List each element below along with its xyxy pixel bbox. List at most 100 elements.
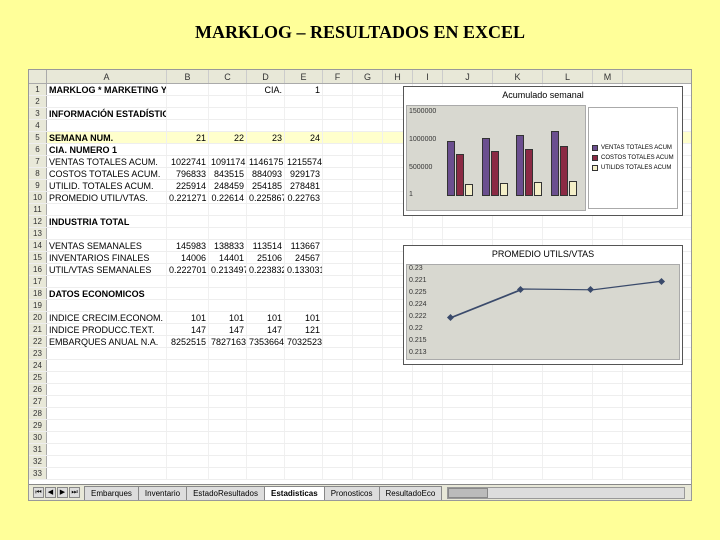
cell[interactable] [323, 108, 353, 119]
cell[interactable] [47, 300, 167, 311]
cell[interactable] [167, 276, 209, 287]
col-header[interactable]: J [443, 70, 493, 83]
cell[interactable] [247, 444, 285, 455]
cell[interactable]: INDICE CRECIM.ECONOM. [47, 312, 167, 323]
col-header[interactable]: L [543, 70, 593, 83]
cell[interactable] [353, 240, 383, 251]
col-header[interactable]: M [593, 70, 623, 83]
cell[interactable] [247, 276, 285, 287]
cell[interactable] [353, 276, 383, 287]
cell[interactable]: INVENTARIOS FINALES [47, 252, 167, 263]
cell[interactable] [247, 348, 285, 359]
cell[interactable] [247, 288, 285, 299]
cell[interactable] [209, 456, 247, 467]
cell[interactable] [413, 432, 443, 443]
cell[interactable] [285, 288, 323, 299]
cell[interactable] [443, 372, 493, 383]
cell[interactable] [493, 396, 543, 407]
cell[interactable] [47, 396, 167, 407]
cell[interactable] [209, 84, 247, 95]
cell[interactable] [167, 432, 209, 443]
cell[interactable] [323, 468, 353, 479]
cell[interactable]: 147 [167, 324, 209, 335]
cell[interactable] [443, 444, 493, 455]
cell[interactable]: 14401 [209, 252, 247, 263]
cell[interactable]: MARKLOG * MARKETING Y LOGÍSTICA [47, 84, 167, 95]
cell[interactable] [209, 288, 247, 299]
row-header[interactable]: 19 [29, 300, 47, 311]
cell[interactable]: 254185 [247, 180, 285, 191]
cell[interactable] [353, 108, 383, 119]
cell[interactable] [167, 288, 209, 299]
cell[interactable] [323, 168, 353, 179]
cell[interactable] [285, 276, 323, 287]
cell[interactable] [443, 216, 493, 227]
cell[interactable] [413, 372, 443, 383]
row-header[interactable]: 21 [29, 324, 47, 335]
cell[interactable] [323, 204, 353, 215]
cell[interactable] [323, 456, 353, 467]
cell[interactable] [323, 240, 353, 251]
cell[interactable]: 1091174 [209, 156, 247, 167]
cell[interactable]: PROMEDIO UTIL/VTAS. [47, 192, 167, 203]
cell[interactable] [353, 216, 383, 227]
cell[interactable]: 138833 [209, 240, 247, 251]
cell[interactable] [285, 444, 323, 455]
cell[interactable]: 1215574 [285, 156, 323, 167]
cell[interactable] [353, 96, 383, 107]
cell[interactable] [247, 360, 285, 371]
cell[interactable] [593, 216, 623, 227]
cell[interactable] [247, 420, 285, 431]
cell[interactable] [323, 276, 353, 287]
cell[interactable] [323, 144, 353, 155]
cell[interactable]: 278481 [285, 180, 323, 191]
cell[interactable] [413, 228, 443, 239]
cell[interactable] [493, 228, 543, 239]
cell[interactable] [323, 372, 353, 383]
row-header[interactable]: 1 [29, 84, 47, 95]
row-header[interactable]: 29 [29, 420, 47, 431]
chart-acumulado[interactable]: Acumulado semanal 1500000 1000000 500000… [403, 86, 683, 216]
cell[interactable] [413, 456, 443, 467]
cell[interactable] [493, 432, 543, 443]
col-header[interactable]: I [413, 70, 443, 83]
cell[interactable] [47, 408, 167, 419]
cell[interactable] [493, 372, 543, 383]
cell[interactable] [247, 228, 285, 239]
cell[interactable]: 14006 [167, 252, 209, 263]
cell[interactable]: 929173 [285, 168, 323, 179]
cell[interactable]: 24 [285, 132, 323, 143]
cell[interactable] [167, 216, 209, 227]
cell[interactable] [209, 372, 247, 383]
cell[interactable] [323, 432, 353, 443]
cell[interactable] [353, 324, 383, 335]
cell[interactable] [247, 372, 285, 383]
cell[interactable] [209, 432, 247, 443]
row-header[interactable]: 31 [29, 444, 47, 455]
cell[interactable] [285, 408, 323, 419]
cell[interactable] [167, 468, 209, 479]
cell[interactable]: 7353664 [247, 336, 285, 347]
cell[interactable] [443, 228, 493, 239]
cell[interactable] [323, 324, 353, 335]
row-header[interactable]: 8 [29, 168, 47, 179]
cell[interactable] [47, 372, 167, 383]
row-header[interactable]: 4 [29, 120, 47, 131]
cell[interactable] [413, 384, 443, 395]
chart-promedio[interactable]: PROMEDIO UTILS/VTAS 0.23 0.221 0.225 0.2… [403, 245, 683, 365]
cell[interactable] [593, 420, 623, 431]
cell[interactable] [353, 180, 383, 191]
cell[interactable] [209, 384, 247, 395]
cell[interactable] [285, 468, 323, 479]
cell[interactable] [247, 408, 285, 419]
row-header[interactable]: 22 [29, 336, 47, 347]
cell[interactable] [285, 432, 323, 443]
cell[interactable] [443, 384, 493, 395]
cell[interactable] [285, 360, 323, 371]
cell[interactable] [383, 468, 413, 479]
cell[interactable] [167, 108, 209, 119]
sheet-tab[interactable]: ResultadoEco [379, 486, 443, 500]
cell[interactable] [593, 444, 623, 455]
cell[interactable]: SEMANA NUM. [47, 132, 167, 143]
cell[interactable] [209, 120, 247, 131]
